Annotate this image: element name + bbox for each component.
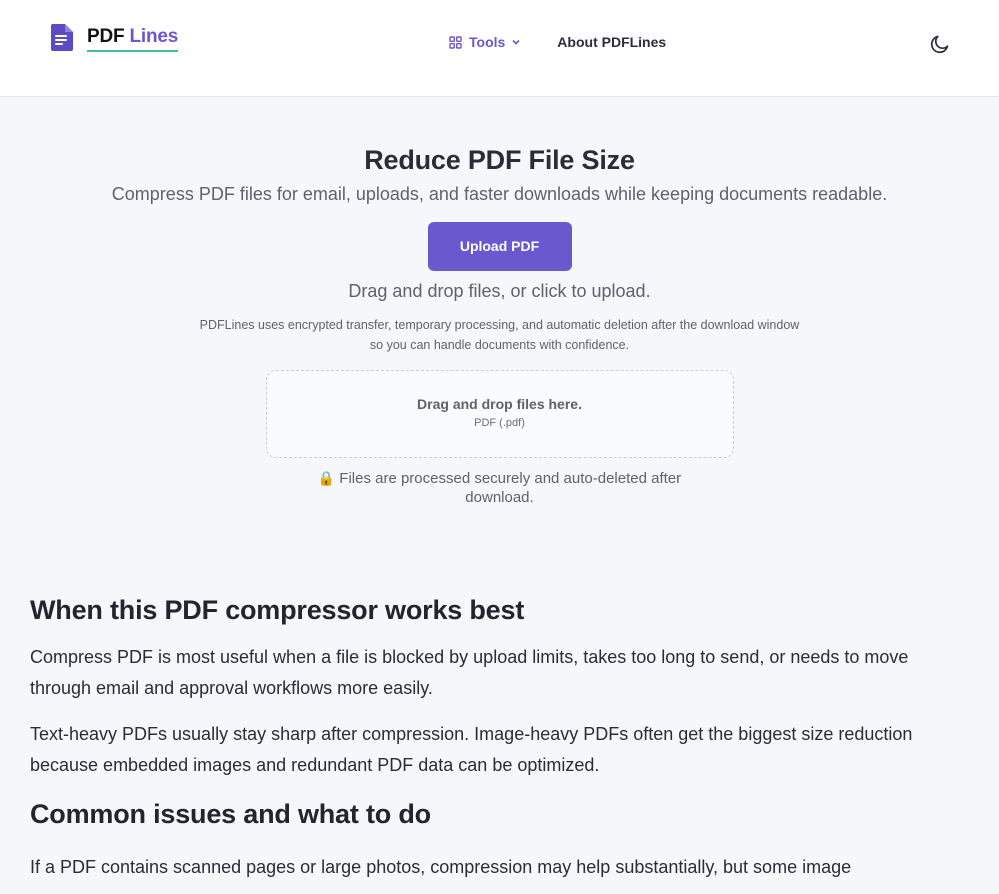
lock-icon: 🔒 (317, 470, 336, 486)
privacy-line-1: PDFLines uses encrypted transfer, tempor… (199, 318, 800, 332)
dropzone-format: PDF (.pdf) (474, 417, 525, 429)
article-content: When this PDF compressor works best Comp… (0, 595, 999, 883)
tools-label: Tools (469, 34, 506, 50)
drag-drop-hint: Drag and drop files, or click to upload. (348, 281, 651, 301)
page-subtitle: Compress PDF files for email, uploads, a… (111, 184, 888, 204)
tools-menu[interactable]: Tools (449, 34, 521, 50)
privacy-note: PDFLines uses encrypted transfer, tempor… (160, 315, 840, 355)
page-title: Reduce PDF File Size (364, 145, 635, 175)
hero-section: Reduce PDF File Size Compress PDF files … (0, 145, 999, 507)
secure-note: 🔒 Files are processed securely and auto-d… (290, 469, 710, 507)
moon-icon[interactable] (929, 33, 951, 55)
main-nav: Tools About PDFLines (449, 34, 666, 50)
privacy-line-2: so you can handle documents with confide… (369, 338, 630, 352)
grid-icon (449, 35, 462, 49)
section-heading-works-best: When this PDF compressor works best (30, 595, 525, 625)
file-dropzone[interactable]: Drag and drop files here. PDF (.pdf) (265, 370, 734, 458)
logo-text: PDF Lines (87, 26, 178, 53)
chevron-down-icon (512, 39, 520, 45)
about-link[interactable]: About PDFLines (557, 34, 666, 50)
document-icon (51, 24, 73, 51)
secure-note-text: Files are processed securely and auto-de… (339, 470, 682, 506)
paragraph: If a PDF contains scanned pages or large… (30, 857, 852, 877)
site-header: PDF Lines Tools About PDFLines (0, 0, 999, 97)
paragraph: Text-heavy PDFs usually stay sharp after… (30, 724, 913, 775)
dropzone-title: Drag and drop files here. (417, 396, 582, 412)
paragraph: Compress PDF is most useful when a file … (30, 647, 909, 698)
section-heading-common-issues: Common issues and what to do (30, 799, 431, 829)
site-logo[interactable]: PDF Lines (51, 24, 178, 53)
upload-pdf-button[interactable]: Upload PDF (427, 222, 572, 271)
